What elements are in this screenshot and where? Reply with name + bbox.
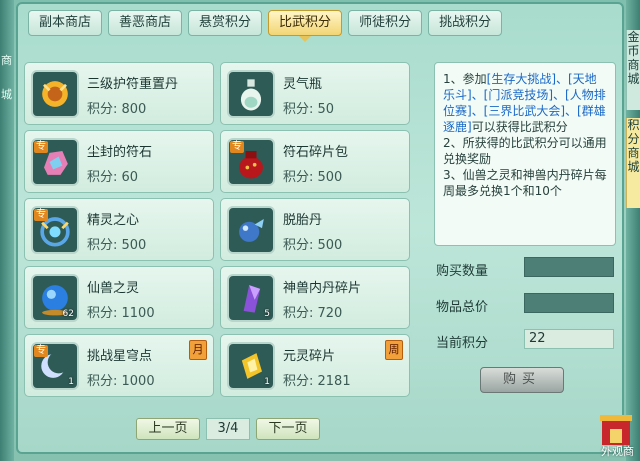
next-page-button[interactable]: 下一页 [256, 418, 320, 440]
tab-dungeon-shop[interactable]: 副本商店 [28, 10, 103, 36]
shop-panel: 副本商店 善恶商店 悬赏积分 比武积分 师徒积分 挑战积分 三级护符重置丹 积分… [16, 2, 624, 454]
sealed-rune-stone-icon: 专 [31, 138, 79, 186]
item-price: 积分: 50 [283, 102, 335, 117]
quantity-label: 购买数量 [436, 264, 489, 279]
shop-item[interactable]: 专 符石碎片包 积分: 500 [220, 130, 410, 193]
special-badge: 专 [34, 209, 48, 221]
prev-page-button[interactable]: 上一页 [136, 418, 200, 440]
info-line1-prefix: 1、参加 [443, 72, 487, 86]
rebirth-pill-icon [227, 206, 275, 254]
shop-item[interactable]: 专 精灵之心 积分: 500 [24, 198, 214, 261]
item-price: 积分: 1000 [87, 374, 155, 389]
item-price: 积分: 60 [87, 170, 139, 185]
side-tab-gold-mall[interactable]: 金币商城 [626, 30, 640, 110]
item-name: 脱胎丹 [283, 213, 323, 228]
item-name: 三级护符重置丹 [87, 77, 179, 92]
appearance-shop-icon[interactable]: 外观商 [596, 409, 636, 459]
item-price: 积分: 2181 [283, 374, 351, 389]
item-name: 符石碎片包 [283, 145, 349, 160]
item-price: 积分: 500 [283, 170, 343, 185]
item-price: 积分: 800 [87, 102, 147, 117]
amulet-reset-icon [31, 70, 79, 118]
total-price-value [524, 293, 614, 313]
tab-bounty-points[interactable]: 悬赏积分 [188, 10, 263, 36]
item-name: 仙兽之灵 [87, 281, 140, 296]
tab-mentor-points[interactable]: 师徒积分 [348, 10, 423, 36]
shop-item[interactable]: 1 元灵碎片 积分: 2181 周 [220, 334, 410, 397]
left-edge-glyph: 城 [1, 88, 12, 101]
info-line1-suffix: 可以获得比武积分 [471, 120, 568, 134]
monthly-limit-tag: 月 [189, 340, 207, 360]
shop-item[interactable]: 脱胎丹 积分: 500 [220, 198, 410, 261]
total-price-row: 物品总价 [434, 292, 616, 316]
tab-karma-shop[interactable]: 善恶商店 [108, 10, 183, 36]
item-price: 积分: 500 [283, 238, 343, 253]
beast-core-shard-icon: 5 [227, 274, 275, 322]
beast-soul-orb-icon: 62 [31, 274, 79, 322]
spirit-heart-icon: 专 [31, 206, 79, 254]
current-points-label: 当前积分 [436, 336, 489, 351]
shop-item[interactable]: 灵气瓶 积分: 50 [220, 62, 410, 125]
shop-item[interactable]: 62 仙兽之灵 积分: 1100 [24, 266, 214, 329]
item-name: 元灵碎片 [283, 349, 336, 364]
item-price: 积分: 500 [87, 238, 147, 253]
special-badge: 专 [34, 141, 48, 153]
shop-item[interactable]: 专 1 挑战星穹点 积分: 1000 月 [24, 334, 214, 397]
page-indicator: 3/4 [206, 418, 250, 440]
item-quantity: 62 [62, 309, 74, 319]
left-edge-decoration: 商 城 [0, 0, 14, 461]
special-badge: 专 [34, 345, 48, 357]
tab-arena-points[interactable]: 比武积分 [268, 10, 343, 42]
special-badge: 专 [230, 141, 244, 153]
total-price-label: 物品总价 [436, 300, 489, 315]
current-points-value: 22 [524, 329, 614, 349]
spirit-bottle-icon [227, 70, 275, 118]
current-points-row: 当前积分 22 [434, 328, 616, 352]
shop-tabs: 副本商店 善恶商店 悬赏积分 比武积分 师徒积分 挑战积分 [28, 10, 503, 42]
info-line2: 2、所获得的比武积分可以通用兑换奖励 [443, 136, 607, 166]
yuanling-fragment-icon: 1 [227, 342, 275, 390]
side-tab-points-mall[interactable]: 积分商城 [626, 118, 640, 208]
item-name: 精灵之心 [87, 213, 140, 228]
item-quantity: 5 [264, 309, 270, 319]
quantity-input[interactable] [524, 257, 614, 277]
crescent-moon-icon: 专 1 [31, 342, 79, 390]
item-name: 尘封的符石 [87, 145, 153, 160]
item-price: 积分: 720 [283, 306, 343, 321]
item-quantity: 1 [264, 377, 270, 387]
shop-item[interactable]: 5 神兽内丹碎片 积分: 720 [220, 266, 410, 329]
shop-item[interactable]: 三级护符重置丹 积分: 800 [24, 62, 214, 125]
item-name: 灵气瓶 [283, 77, 323, 92]
quantity-row: 购买数量 [434, 256, 616, 280]
weekly-limit-tag: 周 [385, 340, 403, 360]
buy-button[interactable]: 购买 [480, 367, 564, 393]
item-price: 积分: 1100 [87, 306, 155, 321]
item-quantity: 1 [68, 377, 74, 387]
item-name: 神兽内丹碎片 [283, 281, 362, 296]
rules-info-box: 1、参加[生存大挑战]、[天地乐斗]、[门派竞技场]、[人物排位赛]、[三界比武… [434, 62, 616, 246]
rune-fragment-bag-icon: 专 [227, 138, 275, 186]
appearance-shop-label: 外观商 [601, 445, 634, 458]
tab-challenge-points[interactable]: 挑战积分 [428, 10, 503, 36]
shop-item[interactable]: 专 尘封的符石 积分: 60 [24, 130, 214, 193]
item-name: 挑战星穹点 [87, 349, 153, 364]
left-edge-glyph: 商 [1, 54, 12, 67]
info-line3: 3、仙兽之灵和神兽内丹碎片每周最多兑换1个和10个 [443, 168, 607, 198]
